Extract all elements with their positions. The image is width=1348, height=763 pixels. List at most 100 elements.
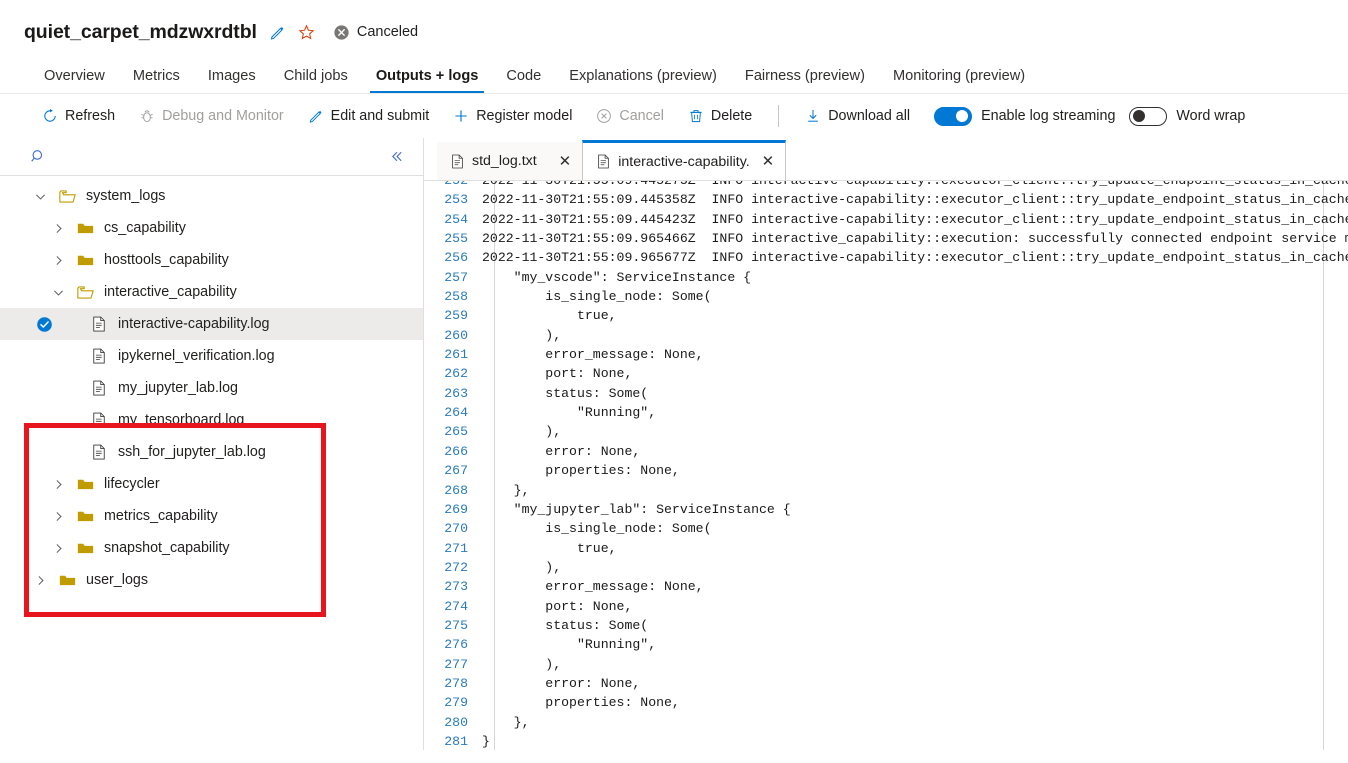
chevron-right-icon[interactable] — [44, 222, 72, 235]
tree-item-metrics_capability[interactable]: metrics_capability — [0, 500, 423, 532]
tree-item-system_logs[interactable]: system_logs — [0, 180, 423, 212]
pencil-icon[interactable] — [269, 24, 286, 41]
tree-item-label: cs_capability — [104, 220, 186, 236]
bug-icon — [139, 108, 155, 124]
tree-item-hosttools_capability[interactable]: hosttools_capability — [0, 244, 423, 276]
log-line: 260 ), — [424, 326, 1348, 345]
folder-icon — [72, 477, 98, 491]
log-line-number: 268 — [444, 482, 468, 498]
double-chevron-left-icon[interactable] — [384, 144, 409, 169]
log-line-number: 254 — [444, 211, 468, 227]
log-text-scroll[interactable]: 252 2022-11-30T21:55:09.445275Z INFO inte… — [424, 181, 1348, 750]
log-line: 281} — [424, 732, 1348, 750]
search-field-wrap[interactable] — [30, 147, 384, 166]
log-line-text: status: Some( — [482, 617, 649, 633]
tab-outputs-logs[interactable]: Outputs + logs — [362, 68, 493, 93]
chevron-right-icon[interactable] — [44, 510, 72, 523]
tab-fairness[interactable]: Fairness (preview) — [731, 68, 879, 93]
log-line-number: 261 — [444, 347, 468, 363]
star-icon[interactable] — [298, 24, 315, 41]
tree-item-user_logs[interactable]: user_logs — [0, 564, 423, 596]
word-wrap-toggle[interactable] — [1129, 106, 1168, 126]
tree-item-my_tensorboard-log[interactable]: my_tensorboard.log — [0, 404, 423, 436]
log-line-text: 2022-11-30T21:55:09.445423Z INFO interac… — [482, 211, 1348, 227]
trash-icon — [688, 108, 704, 124]
tab-overview[interactable]: Overview — [30, 68, 119, 93]
log-line-number: 274 — [444, 598, 468, 614]
tree-item-my_jupyter_lab-log[interactable]: my_jupyter_lab.log — [0, 372, 423, 404]
log-line: 259 true, — [424, 306, 1348, 325]
file-tree-pane: system_logs cs_capability hosttools_capa… — [0, 138, 424, 750]
log-line-text: properties: None, — [482, 463, 680, 479]
edit-and-submit-button[interactable]: Edit and submit — [296, 100, 442, 132]
delete-button[interactable]: Delete — [676, 100, 764, 132]
tree-item-ssh_for_jupyter_lab-log[interactable]: ssh_for_jupyter_lab.log — [0, 436, 423, 468]
log-line: 262 port: None, — [424, 364, 1348, 383]
tab-code[interactable]: Code — [492, 68, 555, 93]
chevron-right-icon[interactable] — [26, 574, 54, 587]
tab-child-jobs[interactable]: Child jobs — [270, 68, 362, 93]
tree-item-lifecycler[interactable]: lifecycler — [0, 468, 423, 500]
log-line-number: 255 — [444, 231, 468, 247]
log-line-text: true, — [482, 308, 617, 324]
command-separator — [778, 105, 780, 127]
tab-metrics[interactable]: Metrics — [119, 68, 194, 93]
log-line-number: 280 — [444, 714, 468, 730]
word-wrap-label: Word wrap — [1176, 108, 1246, 124]
tree-item-ipykernel_verification-log[interactable]: ipykernel_verification.log — [0, 340, 423, 372]
plus-icon — [453, 108, 469, 124]
tab-images[interactable]: Images — [194, 68, 270, 93]
tab-monitoring[interactable]: Monitoring (preview) — [879, 68, 1039, 93]
log-viewer-pane: std_log.txt ✕ interactive-capability. ✕ … — [424, 138, 1348, 750]
edit-and-submit-label: Edit and submit — [330, 108, 430, 124]
file-icon — [86, 348, 112, 364]
file-tab-label: std_log.txt — [472, 153, 537, 169]
log-line-number: 264 — [444, 405, 468, 421]
log-line-text: }, — [482, 714, 530, 730]
log-line-number: 258 — [444, 289, 468, 305]
enable-log-streaming-toggle[interactable] — [934, 106, 973, 126]
download-all-button[interactable]: Download all — [793, 100, 922, 132]
tree-item-cs_capability[interactable]: cs_capability — [0, 212, 423, 244]
log-line-text: "my_vscode": ServiceInstance { — [482, 269, 752, 285]
debug-and-monitor-label: Debug and Monitor — [162, 108, 284, 124]
log-content-area[interactable]: 252 2022-11-30T21:55:09.445275Z INFO inte… — [424, 180, 1348, 750]
tree-item-label: interactive-capability.log — [118, 316, 270, 332]
log-line-text: "my_jupyter_lab": ServiceInstance { — [482, 501, 791, 517]
log-line-text: error_message: None, — [482, 347, 704, 363]
log-line-text: error: None, — [482, 675, 641, 691]
log-line-text: true, — [482, 540, 617, 556]
cancel-circle-icon — [333, 24, 350, 41]
chevron-down-icon[interactable] — [44, 286, 72, 299]
close-icon[interactable]: ✕ — [762, 154, 775, 169]
file-tab-label: interactive-capability. — [618, 153, 750, 170]
chevron-right-icon[interactable] — [44, 478, 72, 491]
log-line-number: 271 — [444, 540, 468, 556]
page-header: quiet_carpet_mdzwxrdtbl Canceled — [0, 0, 1348, 48]
tree-item-label: ssh_for_jupyter_lab.log — [118, 444, 266, 460]
chevron-right-icon[interactable] — [44, 254, 72, 267]
file-tab-std-log[interactable]: std_log.txt ✕ — [437, 142, 583, 180]
log-line-number: 270 — [444, 521, 468, 537]
tree-item-snapshot_capability[interactable]: snapshot_capability — [0, 532, 423, 564]
refresh-label: Refresh — [65, 108, 116, 124]
tab-explanations[interactable]: Explanations (preview) — [555, 68, 731, 93]
chevron-right-icon[interactable] — [44, 542, 72, 555]
refresh-button[interactable]: Refresh — [30, 100, 127, 132]
tree-item-interactive_capability[interactable]: interactive_capability — [0, 276, 423, 308]
chevron-down-icon[interactable] — [26, 190, 54, 203]
tree-item-interactive-capability-log[interactable]: interactive-capability.log — [0, 308, 423, 340]
pencil-icon — [308, 108, 324, 124]
log-line: 274 port: None, — [424, 597, 1348, 616]
register-model-button[interactable]: Register model — [441, 100, 584, 132]
search-input[interactable] — [53, 147, 384, 166]
status-label: Canceled — [356, 24, 419, 40]
log-line: 261 error_message: None, — [424, 345, 1348, 364]
log-line-number: 267 — [444, 463, 468, 479]
tree-item-label: lifecycler — [104, 476, 160, 492]
tree-item-label: metrics_capability — [104, 508, 218, 524]
log-line-number: 279 — [444, 695, 468, 711]
close-icon[interactable]: ✕ — [559, 154, 572, 169]
file-icon — [597, 154, 610, 169]
file-tab-interactive-capability[interactable]: interactive-capability. ✕ — [582, 140, 787, 180]
